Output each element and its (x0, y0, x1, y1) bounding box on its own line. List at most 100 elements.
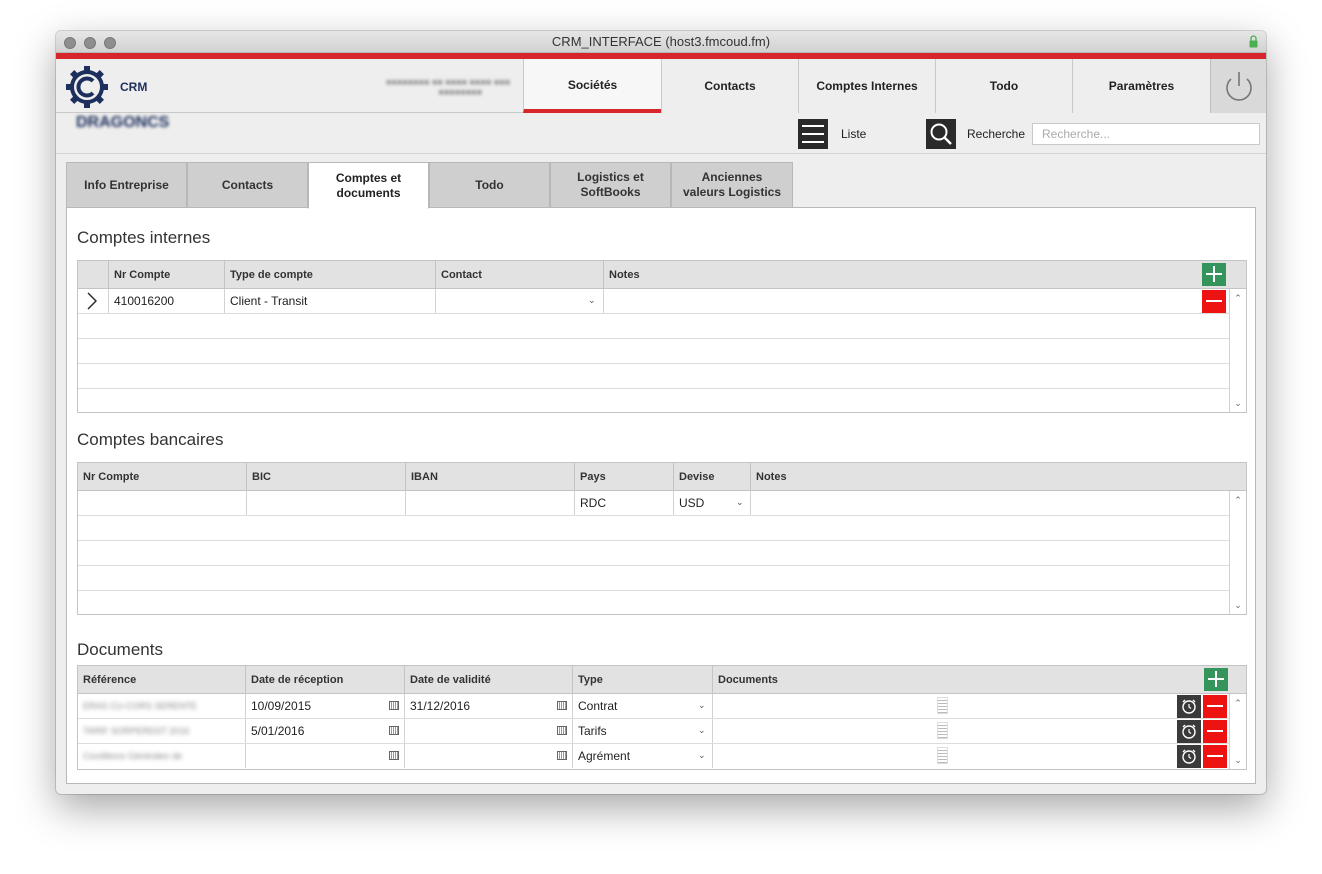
search-label: Recherche (967, 127, 1026, 141)
app-window: CRM_INTERFACE (host3.fmcoud.fm) CRM ■■■■… (56, 31, 1266, 794)
row-expand-button[interactable] (78, 289, 108, 313)
calendar-icon[interactable] (389, 701, 399, 710)
nav-tab-todo[interactable]: Todo (935, 59, 1072, 113)
reminder-button[interactable] (1177, 695, 1201, 718)
cell-reference[interactable]: Conditions Générales de (78, 744, 245, 768)
section-title-comptes-internes: Comptes internes (77, 228, 211, 247)
chevron-down-icon[interactable]: ⌄ (698, 694, 706, 716)
header-pays: Pays (574, 463, 673, 491)
chevron-down-icon[interactable]: ⌄ (736, 491, 744, 513)
chevron-right-icon (87, 292, 97, 310)
table-row[interactable]: Conditions Générales de Agrément ⌄ (78, 744, 1229, 769)
minimize-window-button[interactable] (84, 37, 96, 49)
search-input[interactable] (1032, 123, 1260, 145)
scroll-up-icon[interactable]: ⌃ (1230, 291, 1246, 305)
search-button[interactable] (926, 119, 956, 149)
cell-date-validite[interactable] (404, 719, 572, 743)
document-thumbnail-icon[interactable] (937, 722, 948, 739)
nav-tab-societes[interactable]: Sociétés (523, 59, 661, 113)
cell-date-validite[interactable] (404, 744, 572, 768)
document-thumbnail-icon[interactable] (937, 697, 948, 714)
cell-type-select[interactable]: Agrément (572, 744, 712, 768)
header-devise: Devise (673, 463, 750, 491)
chevron-down-icon[interactable]: ⌄ (698, 744, 706, 766)
nav-tab-contacts[interactable]: Contacts (661, 59, 798, 113)
tab-todo[interactable]: Todo (429, 162, 550, 208)
scrollbar[interactable]: ⌃ ⌄ (1229, 491, 1246, 614)
delete-document-button[interactable] (1203, 695, 1227, 718)
cell-type-compte[interactable]: Client - Transit (224, 289, 435, 313)
table-row[interactable]: ERAS CU-CORS SERENTE 10/09/2015 31/12/20… (78, 694, 1229, 719)
empty-row (78, 314, 1229, 339)
company-name: DRAGONCS (76, 114, 170, 131)
hamburger-icon (802, 125, 824, 143)
cell-bic[interactable] (246, 491, 405, 515)
header-documents: Documents (712, 666, 1246, 694)
scroll-down-icon[interactable]: ⌄ (1230, 598, 1246, 612)
calendar-icon[interactable] (557, 701, 567, 710)
section-title-documents: Documents (77, 640, 163, 659)
calendar-icon[interactable] (389, 751, 399, 760)
cell-notes[interactable] (603, 289, 1203, 313)
cell-type-select[interactable]: Tarifs (572, 719, 712, 743)
cell-nr-compte[interactable]: 410016200 (108, 289, 224, 313)
table-row[interactable]: RDC USD ⌄ (78, 491, 1229, 516)
tab-label: Contacts (221, 177, 274, 192)
cell-type-select[interactable]: Contrat (572, 694, 712, 718)
reminder-button[interactable] (1177, 720, 1201, 743)
cell-date-reception[interactable]: 5/01/2016 (245, 719, 404, 743)
comptes-internes-table: Nr Compte Type de compte Contact Notes 4… (77, 260, 1247, 413)
table-row[interactable]: 410016200 Client - Transit ⌄ (78, 289, 1229, 314)
brand-label: CRM (120, 80, 148, 94)
cell-notes[interactable] (750, 491, 1229, 515)
zoom-window-button[interactable] (104, 37, 116, 49)
add-compte-interne-button[interactable] (1202, 263, 1226, 286)
header-type: Type (572, 666, 712, 694)
document-thumbnail-icon[interactable] (937, 747, 948, 764)
chevron-down-icon[interactable]: ⌄ (588, 289, 596, 311)
list-button[interactable] (798, 119, 828, 149)
add-document-button[interactable] (1204, 668, 1228, 691)
delete-document-button[interactable] (1203, 720, 1227, 743)
tab-anciennes-valeurs[interactable]: Anciennes valeurs Logistics (671, 162, 793, 208)
empty-row (78, 364, 1229, 389)
reminder-button[interactable] (1177, 745, 1201, 768)
nav-tab-comptes-internes[interactable]: Comptes Internes (798, 59, 935, 113)
cell-pays[interactable]: RDC (574, 491, 673, 515)
cell-date-reception[interactable]: 10/09/2015 (245, 694, 404, 718)
calendar-icon[interactable] (389, 726, 399, 735)
chevron-down-icon[interactable]: ⌄ (698, 719, 706, 741)
cell-iban[interactable] (405, 491, 574, 515)
calendar-icon[interactable] (557, 751, 567, 760)
alarm-clock-icon (1182, 699, 1196, 714)
close-window-button[interactable] (64, 37, 76, 49)
calendar-icon[interactable] (557, 726, 567, 735)
scroll-down-icon[interactable]: ⌄ (1230, 396, 1246, 410)
scrollbar[interactable]: ⌃ ⌄ (1229, 694, 1246, 769)
power-button[interactable] (1210, 59, 1266, 113)
tab-label: Todo (475, 177, 504, 192)
delete-document-button[interactable] (1203, 745, 1227, 768)
scroll-down-icon[interactable]: ⌄ (1230, 753, 1246, 767)
header-nr-compte: Nr Compte (83, 471, 140, 483)
tab-label: Info Entreprise (84, 177, 169, 192)
cell-contact-select[interactable] (435, 289, 603, 313)
header-notes: Notes (603, 261, 1246, 289)
scroll-up-icon[interactable]: ⌃ (1230, 696, 1246, 710)
scroll-up-icon[interactable]: ⌃ (1230, 493, 1246, 507)
window-title: CRM_INTERFACE (host3.fmcoud.fm) (551, 34, 771, 49)
header-reference: Référence (83, 674, 137, 686)
scrollbar[interactable]: ⌃ ⌄ (1229, 289, 1246, 412)
tab-comptes-documents[interactable]: Comptes et documents (308, 162, 429, 209)
table-row[interactable]: TARIF SORPERDST 2016 5/01/2016 Tarifs ⌄ (78, 719, 1229, 744)
tab-logistics-softbooks[interactable]: Logistics et SoftBooks (550, 162, 671, 208)
tab-info-entreprise[interactable]: Info Entreprise (66, 162, 187, 208)
nav-tab-parametres[interactable]: Paramètres (1072, 59, 1210, 113)
cell-date-validite[interactable]: 31/12/2016 (404, 694, 572, 718)
cell-date-reception[interactable] (245, 744, 404, 768)
cell-nr-compte[interactable] (78, 491, 246, 515)
tab-contacts[interactable]: Contacts (187, 162, 308, 208)
delete-compte-interne-button[interactable] (1202, 290, 1226, 313)
cell-reference[interactable]: ERAS CU-CORS SERENTE (78, 694, 245, 718)
cell-reference[interactable]: TARIF SORPERDST 2016 (78, 719, 245, 743)
